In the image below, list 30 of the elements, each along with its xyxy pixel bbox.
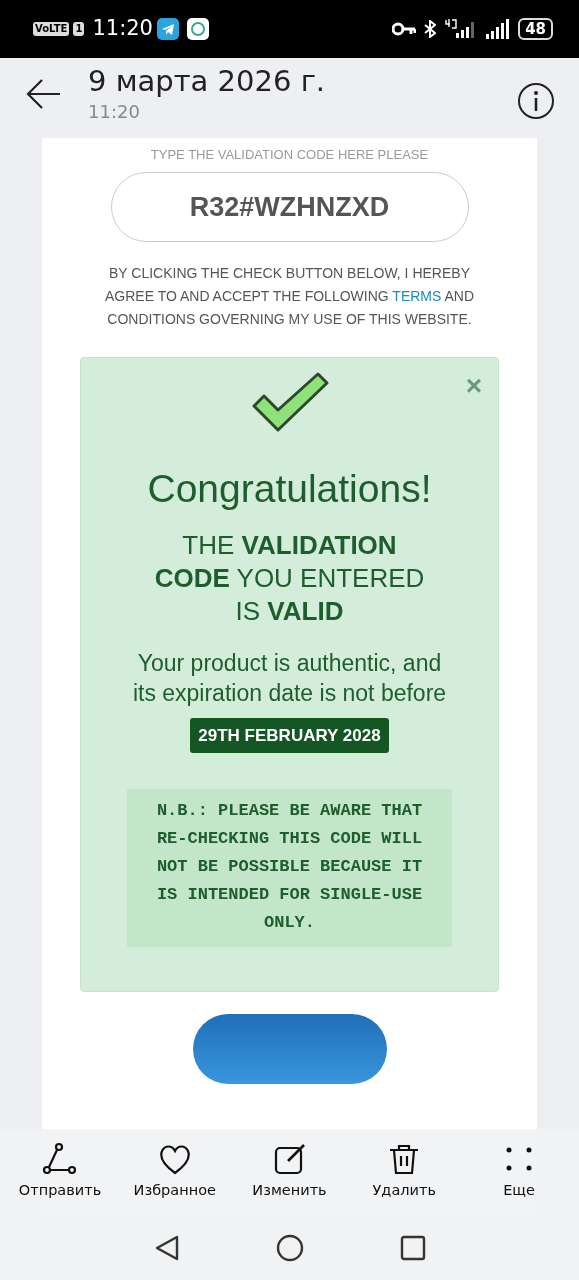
- terms-link[interactable]: TERMS: [392, 288, 442, 304]
- favorite-button[interactable]: Избранное: [118, 1142, 231, 1202]
- success-title: Congratulations!: [146, 466, 433, 512]
- expiry-date: 29TH FEBRUARY 2028: [190, 717, 389, 753]
- info-icon[interactable]: [517, 82, 555, 120]
- bluetooth-icon: [424, 20, 437, 38]
- authenticity-text: Your product is authentic, and its expiration date is not before: [131, 648, 448, 708]
- share-icon: [42, 1142, 78, 1177]
- paper-plane-icon: [156, 18, 179, 40]
- edit-button[interactable]: Изменить: [233, 1142, 346, 1202]
- battery-indicator: 48: [518, 18, 553, 40]
- single-use-note: N.B.: PLEASE BE AWARE THAT RE-CHECKING THIS CODE WILL NOT BE POSSIBLE BECAUSE IT IS INTENDED FOR SINGLE-USE ONLY.: [127, 789, 452, 947]
- validity-message: THE VALIDATION CODE YOU ENTERED IS VALID: [153, 528, 426, 628]
- back-nav-icon[interactable]: [153, 1233, 180, 1262]
- signal-icon: [486, 19, 511, 39]
- clock: 11:20: [92, 15, 153, 43]
- share-button[interactable]: Отправить: [4, 1142, 116, 1202]
- code-field[interactable]: R32#WZHNZXD: [110, 172, 469, 242]
- field-hint: TYPE THE VALIDATION CODE HERE PLEASE: [150, 146, 429, 164]
- photo-date: 9 марта 2026 г.: [88, 66, 326, 98]
- recents-nav-icon[interactable]: [399, 1234, 426, 1261]
- agreement-text: BY CLICKING THE CHECK BUTTON BELOW, I HEREBY AGREE TO AND ACCEPT THE FOLLOWING TERMS AND CONDITIONS GOVERNING MY USE OF THIS WEBSITE.: [104, 264, 475, 329]
- sim-badge: 1: [73, 22, 85, 36]
- photo-time: 11:20: [88, 99, 141, 124]
- network-badge: VoLTE: [33, 22, 70, 36]
- home-nav-icon[interactable]: [275, 1233, 304, 1262]
- more-button[interactable]: Еще: [463, 1142, 575, 1202]
- delete-button[interactable]: Удалить: [348, 1142, 461, 1202]
- app-icon: [186, 18, 209, 40]
- key-icon: [392, 22, 417, 36]
